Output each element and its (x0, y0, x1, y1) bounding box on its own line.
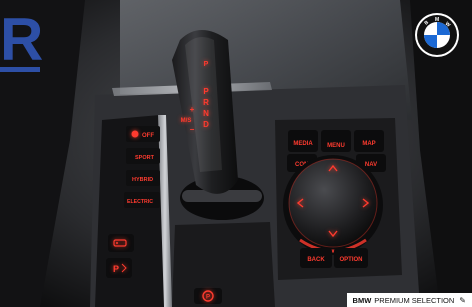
drive-mode-electric-label: ELECTRIC (127, 199, 153, 205)
parking-assist-button[interactable]: P (106, 258, 132, 278)
drive-mode-electric-button[interactable]: ELECTRIC (124, 192, 160, 208)
drive-mode-sport-label: SPORT (135, 155, 155, 161)
drive-mode-hybrid-label: HYBRID (132, 177, 153, 183)
idrive-menu-label: MENU (327, 143, 345, 149)
badge-brand: BMW (352, 295, 372, 305)
premium-selection-badge: BMW PREMIUM SELECTION ✎ (346, 293, 472, 307)
traction-icon (131, 130, 139, 138)
drive-mode-off-label: OFF (142, 133, 154, 139)
idrive-controller-knob[interactable] (283, 155, 383, 255)
idrive-back-label: BACK (307, 257, 325, 263)
drive-mode-sport-button[interactable]: SPORT (126, 148, 160, 164)
parking-brake-button[interactable]: P (194, 288, 222, 304)
gear-manual-label: M/S (181, 118, 192, 124)
idrive-map-button[interactable]: MAP (354, 130, 384, 152)
gear-letter-p: P (203, 87, 209, 96)
idrive-media-button[interactable]: MEDIA (288, 130, 318, 152)
center-console-scene: P P OFF SPORT HYBRID ELECTRIC P P R N D … (0, 0, 472, 307)
auto-hold-button[interactable] (108, 234, 134, 252)
svg-text:M: M (435, 17, 439, 23)
gear-letter-d: D (203, 120, 209, 129)
gear-plus: + (190, 105, 195, 114)
edit-icon: ✎ (459, 295, 466, 305)
gear-minus: − (190, 125, 195, 134)
idrive-media-label: MEDIA (293, 141, 313, 147)
svg-text:P: P (113, 264, 119, 274)
drive-mode-hybrid-button[interactable]: HYBRID (126, 170, 160, 186)
idrive-option-button[interactable]: OPTION (334, 248, 368, 268)
lower-center-tray (172, 222, 275, 307)
badge-text: PREMIUM SELECTION (374, 295, 455, 305)
idrive-option-label: OPTION (339, 257, 362, 263)
watermark-letter: R (0, 6, 44, 73)
svg-text:P: P (206, 295, 210, 301)
bmw-roundel-logo: B M W (415, 13, 459, 57)
drive-mode-strip (95, 115, 165, 307)
idrive-map-label: MAP (362, 141, 375, 147)
watermark-bar (0, 67, 40, 72)
gear-top-indicator: P (204, 61, 209, 68)
gear-letter-n: N (203, 109, 209, 118)
gear-letter-r: R (203, 98, 209, 107)
idrive-back-button[interactable]: BACK (300, 248, 332, 268)
drive-mode-off-button[interactable]: OFF (126, 126, 160, 142)
idrive-nav-label: NAV (365, 162, 377, 168)
idrive-menu-button[interactable]: MENU (321, 130, 351, 152)
